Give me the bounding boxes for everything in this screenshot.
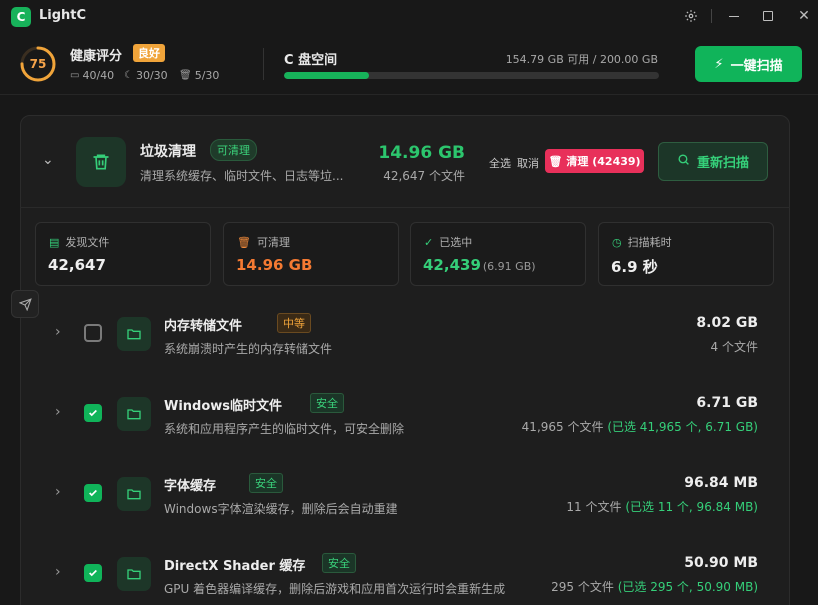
clean-button[interactable]: 🗑 清理 (42439) bbox=[545, 149, 644, 173]
stat-cleanable: 🗑 可清理 14.96 GB bbox=[223, 222, 399, 286]
row-checkbox[interactable] bbox=[84, 484, 102, 502]
maximize-icon[interactable] bbox=[758, 6, 778, 26]
risk-badge: 中等 bbox=[277, 313, 311, 333]
stat-found-files: ▤ 发现文件 42,647 bbox=[35, 222, 211, 286]
trash-icon: 🗑 bbox=[237, 235, 251, 249]
list-item[interactable]: › Windows临时文件 安全 系统和应用程序产生的临时文件，可安全删除 6.… bbox=[21, 380, 789, 460]
rescan-button[interactable]: 重新扫描 bbox=[658, 142, 768, 181]
app-title: LightC bbox=[39, 8, 87, 23]
trash-icon bbox=[76, 137, 126, 187]
disk-usage-fill bbox=[284, 72, 369, 79]
clock-icon: ◷ bbox=[612, 235, 622, 249]
folder-icon bbox=[117, 397, 151, 431]
row-size: 96.84 MB bbox=[684, 475, 758, 491]
risk-badge: 安全 bbox=[322, 553, 356, 573]
trash-icon: 🗑 bbox=[179, 70, 192, 81]
row-description: 系统崩溃时产生的内存转储文件 bbox=[164, 342, 333, 356]
health-badge: 良好 bbox=[133, 44, 165, 62]
close-icon[interactable]: ✕ bbox=[794, 6, 814, 26]
divider bbox=[701, 6, 721, 26]
chevron-down-icon[interactable]: ⌄ bbox=[42, 152, 54, 168]
row-size: 50.90 MB bbox=[684, 555, 758, 571]
cancel-link[interactable]: 取消 bbox=[517, 155, 539, 171]
row-description: Windows字体渲染缓存，删除后会自动重建 bbox=[164, 502, 398, 516]
row-name: 内存转储文件 bbox=[164, 319, 243, 334]
select-all-link[interactable]: 全选 bbox=[489, 155, 511, 171]
file-icon: ▤ bbox=[49, 235, 60, 249]
row-checkbox[interactable] bbox=[84, 324, 102, 342]
risk-badge: 安全 bbox=[249, 473, 283, 493]
row-description: GPU 着色器编译缓存，删除后游戏和应用首次运行时会重新生成 bbox=[164, 582, 506, 596]
folder-icon bbox=[117, 557, 151, 591]
minimize-icon[interactable] bbox=[724, 6, 744, 26]
card-description: 清理系统缓存、临时文件、日志等垃... bbox=[140, 169, 344, 183]
risk-badge: 安全 bbox=[310, 393, 344, 413]
divider bbox=[20, 207, 790, 208]
chevron-right-icon[interactable]: › bbox=[55, 564, 61, 580]
stat-scan-time: ◷ 扫描耗时 6.9 秒 bbox=[598, 222, 774, 286]
row-checkbox[interactable] bbox=[84, 564, 102, 582]
disk-icon: ▭ bbox=[70, 70, 80, 81]
disk-info: 154.79 GB 可用 / 200.00 GB bbox=[505, 53, 658, 66]
list-item[interactable]: › 内存转储文件 中等 系统崩溃时产生的内存转储文件 8.02 GB 4 个文件 bbox=[21, 300, 789, 380]
moon-icon: ☾ bbox=[124, 70, 133, 81]
row-size: 8.02 GB bbox=[696, 315, 758, 331]
row-files: 4 个文件 bbox=[710, 340, 758, 354]
one-click-scan-button[interactable]: ⚡ 一键扫描 bbox=[695, 46, 802, 82]
check-circle-icon: ✓ bbox=[424, 235, 434, 249]
health-label: 健康评分 bbox=[70, 49, 123, 64]
stat-disk: ▭ 40/40 bbox=[70, 69, 115, 82]
divider bbox=[263, 48, 264, 80]
folder-icon bbox=[117, 477, 151, 511]
chevron-right-icon[interactable]: › bbox=[55, 404, 61, 420]
row-files: 295 个文件 (已选 295 个, 50.90 MB) bbox=[551, 580, 758, 594]
disk-usage-bar bbox=[284, 72, 659, 79]
row-files: 11 个文件 (已选 11 个, 96.84 MB) bbox=[566, 500, 758, 514]
card-total-size: 14.96 GB bbox=[378, 143, 465, 163]
row-description: 系统和应用程序产生的临时文件，可安全删除 bbox=[164, 422, 405, 436]
row-name: 字体缓存 bbox=[164, 479, 217, 494]
row-checkbox[interactable] bbox=[84, 404, 102, 422]
card-title: 垃圾清理 bbox=[140, 144, 196, 160]
row-name: Windows临时文件 bbox=[164, 399, 283, 414]
title-bar: C LightC ✕ bbox=[0, 0, 818, 32]
app-logo: C bbox=[11, 7, 31, 27]
search-icon bbox=[677, 153, 690, 170]
stat-moon: ☾ 30/30 bbox=[124, 69, 168, 82]
row-name: DirectX Shader 缓存 bbox=[164, 559, 306, 574]
list-item[interactable]: › DirectX Shader 缓存 安全 GPU 着色器编译缓存，删除后游戏… bbox=[21, 540, 789, 605]
trash-icon: 🗑 bbox=[548, 154, 563, 168]
card-file-count: 42,647 个文件 bbox=[383, 169, 465, 183]
stat-trash: 🗑 5/30 bbox=[179, 69, 220, 82]
health-score: 75 bbox=[29, 57, 47, 71]
bolt-icon: ⚡ bbox=[714, 56, 724, 72]
list-item[interactable]: › 字体缓存 安全 Windows字体渲染缓存，删除后会自动重建 96.84 M… bbox=[21, 460, 789, 540]
row-size: 6.71 GB bbox=[696, 395, 758, 411]
disk-label: C 盘空间 bbox=[284, 53, 338, 68]
folder-icon bbox=[117, 317, 151, 351]
chevron-right-icon[interactable]: › bbox=[55, 484, 61, 500]
row-files: 41,965 个文件 (已选 41,965 个, 6.71 GB) bbox=[521, 420, 758, 434]
settings-icon[interactable] bbox=[681, 6, 701, 26]
chevron-right-icon[interactable]: › bbox=[55, 324, 61, 340]
stat-selected: ✓ 已选中 42,439 (6.91 GB) bbox=[410, 222, 586, 286]
card-badge: 可清理 bbox=[210, 139, 257, 161]
